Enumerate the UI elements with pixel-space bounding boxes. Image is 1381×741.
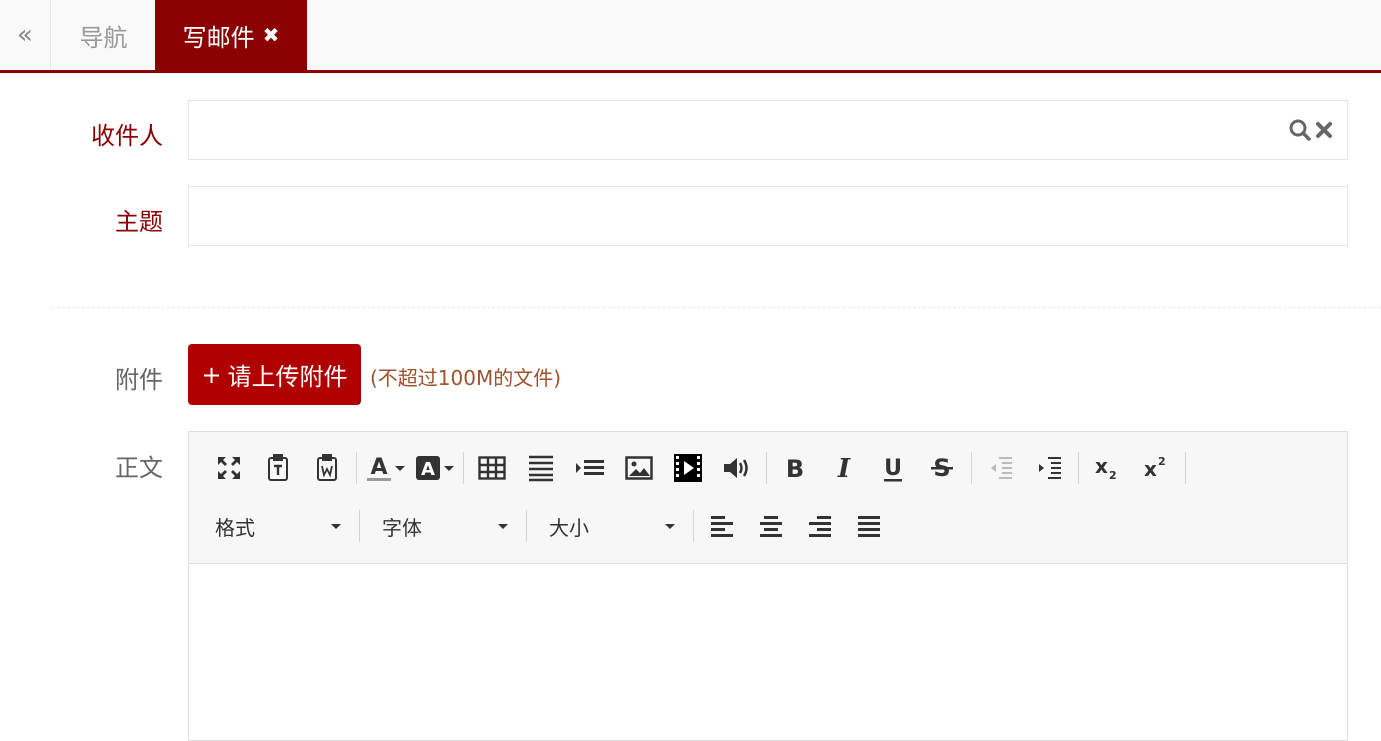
search-icon[interactable]	[1289, 119, 1311, 141]
align-justify-icon[interactable]	[849, 508, 889, 544]
format-select[interactable]: 格式	[201, 508, 351, 544]
align-right-icon[interactable]	[800, 508, 840, 544]
svg-text:B: B	[786, 455, 804, 481]
subject-label: 主题	[115, 208, 163, 236]
align-left-icon[interactable]	[702, 508, 742, 544]
subscript-icon[interactable]: x2	[1087, 450, 1127, 486]
svg-text:2: 2	[1109, 469, 1117, 481]
svg-text:x: x	[1144, 457, 1157, 481]
close-icon[interactable]: ✖	[263, 23, 280, 47]
svg-text:I: I	[837, 455, 851, 481]
superscript-icon[interactable]: x2	[1136, 450, 1176, 486]
bold-icon[interactable]: B	[775, 450, 815, 486]
svg-text:A: A	[370, 455, 387, 480]
fullscreen-icon[interactable]	[209, 450, 249, 486]
upload-size-hint: (不超过100M的文件)	[370, 366, 562, 390]
toolbar-separator	[526, 510, 527, 542]
subject-field	[188, 186, 1348, 246]
underline-icon[interactable]: U	[873, 450, 913, 486]
toolbar-row-2: 格式 字体 大小	[201, 506, 898, 546]
video-icon[interactable]	[668, 450, 708, 486]
toolbar-row-1: A A B I U S x 2 x 2	[209, 448, 1194, 488]
double-chevron-left-icon: «	[17, 20, 33, 50]
paste-word-icon[interactable]	[307, 450, 347, 486]
recipient-actions	[1289, 119, 1333, 141]
svg-text:x: x	[1095, 455, 1108, 478]
body-label: 正文	[115, 454, 163, 482]
font-color-icon: A	[367, 455, 391, 481]
background-color-button[interactable]: A	[414, 454, 454, 482]
table-icon[interactable]	[472, 450, 512, 486]
svg-text:2: 2	[1158, 455, 1166, 468]
svg-text:A: A	[421, 459, 435, 480]
toolbar-separator	[359, 510, 360, 542]
indent-list-icon[interactable]	[570, 450, 610, 486]
toolbar-separator	[693, 510, 694, 542]
caret-down-icon	[444, 465, 454, 471]
caret-down-icon	[331, 523, 341, 529]
font-family-select[interactable]: 字体	[368, 508, 518, 544]
font-color-button[interactable]: A	[365, 453, 405, 483]
image-icon[interactable]	[619, 450, 659, 486]
font-select-label: 字体	[382, 515, 422, 540]
recipient-field	[188, 100, 1348, 160]
tab-navigation[interactable]: 导航	[52, 0, 155, 70]
toolbar-separator	[766, 452, 767, 484]
toolbar-separator	[463, 452, 464, 484]
svg-text:U: U	[884, 456, 902, 481]
rich-text-editor: A A B I U S x 2 x 2 格式 字体 大小	[188, 431, 1348, 741]
indent-icon[interactable]	[1029, 450, 1069, 486]
clear-icon[interactable]	[1315, 121, 1333, 139]
subject-input[interactable]	[189, 187, 1347, 245]
plus-icon: +	[201, 360, 222, 389]
format-select-label: 格式	[215, 515, 255, 540]
tab-compose-mail[interactable]: 写邮件 ✖	[155, 0, 307, 70]
outdent-icon[interactable]	[980, 450, 1020, 486]
upload-button-label: 请上传附件	[227, 363, 348, 391]
caret-down-icon	[498, 523, 508, 529]
caret-down-icon	[395, 465, 405, 471]
attachment-label: 附件	[115, 366, 163, 394]
editor-toolbar: A A B I U S x 2 x 2 格式 字体 大小	[189, 432, 1347, 564]
collapse-sidebar-button[interactable]: «	[0, 0, 51, 70]
font-size-select[interactable]: 大小	[535, 508, 685, 544]
toolbar-separator	[356, 452, 357, 484]
paste-text-icon[interactable]	[258, 450, 298, 486]
toolbar-separator	[1185, 452, 1186, 484]
audio-icon[interactable]	[717, 450, 757, 486]
upload-attachment-button[interactable]: + 请上传附件	[188, 344, 361, 405]
toolbar-separator	[971, 452, 972, 484]
tab-label: 导航	[79, 23, 128, 52]
toolbar-separator	[1078, 452, 1079, 484]
recipient-input[interactable]	[189, 101, 1347, 159]
recipient-label: 收件人	[91, 122, 163, 150]
caret-down-icon	[665, 523, 675, 529]
italic-icon[interactable]: I	[824, 450, 864, 486]
align-center-icon[interactable]	[751, 508, 791, 544]
editor-content-area[interactable]	[189, 564, 1347, 740]
background-color-icon: A	[416, 456, 440, 480]
tab-bar: « 导航 写邮件 ✖	[0, 0, 1381, 73]
size-select-label: 大小	[549, 515, 589, 540]
strikethrough-icon[interactable]: S	[922, 450, 962, 486]
section-divider	[52, 307, 1381, 308]
horizontal-rule-icon[interactable]	[521, 450, 561, 486]
tab-label: 写邮件	[182, 23, 255, 52]
